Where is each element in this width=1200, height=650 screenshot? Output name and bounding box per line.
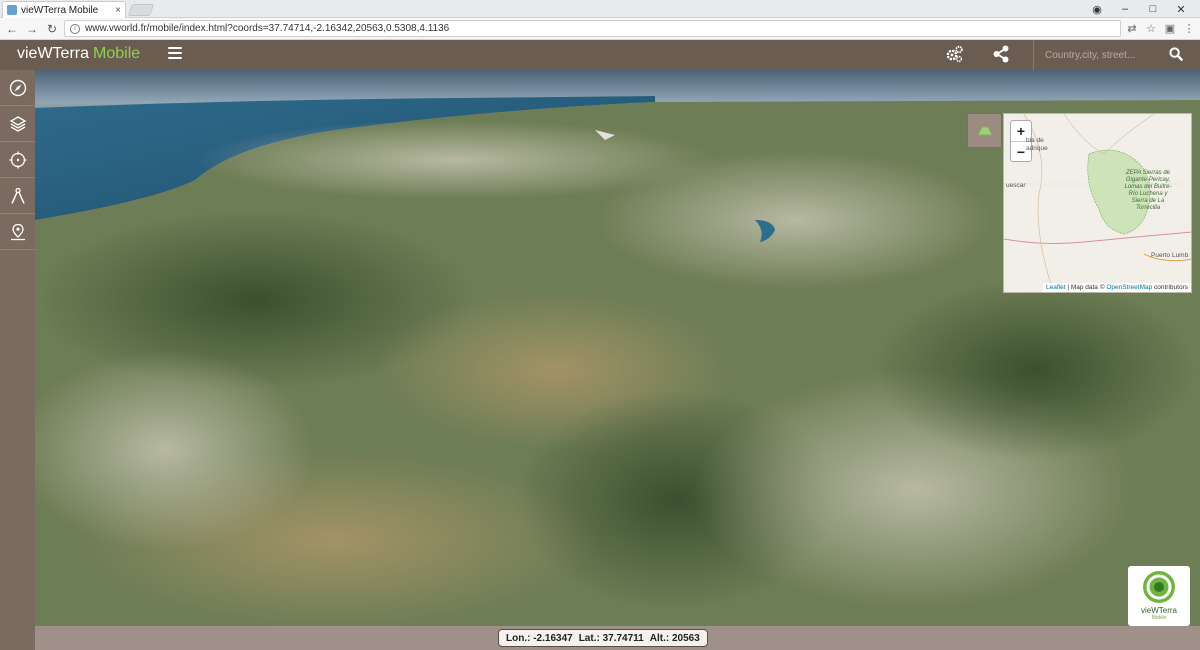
location-pin-icon	[10, 223, 25, 240]
extension-icon[interactable]: ▣	[1163, 22, 1177, 35]
sidebar-item-layers[interactable]	[0, 106, 35, 142]
bookmark-star-icon[interactable]: ☆	[1144, 22, 1158, 35]
translate-icon[interactable]: ⇄	[1125, 22, 1139, 35]
share-icon[interactable]	[991, 44, 1011, 64]
logo-name: vieWTerra	[1140, 606, 1177, 615]
settings-cogs-icon[interactable]	[944, 44, 964, 64]
window-controls: ◉ – □ ✕	[1086, 0, 1200, 18]
forward-icon[interactable]: →	[24, 22, 40, 36]
sidebar-item-locate[interactable]	[0, 142, 35, 178]
osm-link[interactable]: OpenStreetMap	[1106, 284, 1152, 291]
account-icon[interactable]: ◉	[1086, 3, 1108, 16]
crosshair-icon	[9, 151, 26, 168]
attribution-text: | Map data ©	[1065, 284, 1107, 291]
altitude-value: Alt.: 20563	[649, 632, 700, 644]
header-divider	[1033, 40, 1034, 70]
map-label: adrique	[1026, 145, 1048, 152]
address-bar-row: ← → ↻ i www.vworld.fr/mobile/index.html?…	[0, 18, 1200, 40]
leaflet-link[interactable]: Leaflet	[1046, 284, 1066, 291]
status-bar: Lon.: -2.16347 Lat.: 37.74711 Alt.: 2056…	[35, 626, 1200, 650]
globe-logo-icon	[1143, 571, 1175, 603]
brand-logo-text[interactable]: vieWTerra Mobile	[17, 45, 140, 63]
minimap[interactable]: + − bla de adrique uescar Puerto Lumb ZE…	[1003, 113, 1192, 293]
app-header: vieWTerra Mobile	[0, 40, 1200, 70]
coordinates-readout: Lon.: -2.16347 Lat.: 37.74711 Alt.: 2056…	[498, 629, 708, 647]
left-toolbar	[0, 70, 35, 650]
map-label: uescar	[1006, 182, 1026, 189]
browser-extensions: ⇄ ☆ ▣ ⋮	[1125, 22, 1196, 35]
measure-icon	[10, 187, 25, 204]
map-layer-icon	[976, 126, 993, 135]
menu-dots-icon[interactable]: ⋮	[1182, 22, 1196, 35]
layers-icon	[9, 115, 26, 132]
viewterra-logo[interactable]: vieWTerra Mobile	[1128, 566, 1190, 626]
map-label: bla de	[1026, 137, 1044, 144]
minimize-button[interactable]: –	[1114, 3, 1136, 15]
attribution-tail: contributors	[1152, 284, 1188, 291]
brand-main: vieWTerra	[17, 45, 90, 62]
sidebar-item-compass[interactable]	[0, 70, 35, 106]
brand-accent: Mobile	[93, 45, 141, 62]
sidebar-item-places[interactable]	[0, 214, 35, 250]
latitude-value: Lat.: 37.74711	[578, 632, 644, 644]
url-field[interactable]: i www.vworld.fr/mobile/index.html?coords…	[64, 20, 1121, 37]
new-tab-button[interactable]	[127, 4, 155, 16]
back-icon[interactable]: ←	[4, 22, 20, 36]
map-label: Puerto Lumb	[1151, 252, 1189, 259]
map-layer-toggle[interactable]	[967, 113, 1002, 148]
hamburger-menu-icon[interactable]	[168, 47, 182, 59]
search-input[interactable]	[1045, 45, 1160, 65]
longitude-value: Lon.: -2.16347	[506, 632, 573, 644]
logo-sub: Mobile	[1151, 615, 1167, 621]
browser-tab-bar: vieWTerra Mobile × ◉ – □ ✕	[0, 0, 1200, 18]
maximize-button[interactable]: □	[1142, 3, 1164, 15]
url-text: www.vworld.fr/mobile/index.html?coords=3…	[85, 23, 450, 34]
tab-title: vieWTerra Mobile	[21, 4, 99, 16]
map-attribution: Leaflet | Map data © OpenStreetMap contr…	[1042, 283, 1191, 292]
browser-tab[interactable]: vieWTerra Mobile ×	[2, 1, 126, 18]
reload-icon[interactable]: ↻	[44, 22, 60, 36]
close-window-button[interactable]: ✕	[1170, 3, 1192, 16]
search-icon[interactable]	[1169, 47, 1183, 61]
tab-close-icon[interactable]: ×	[115, 5, 121, 16]
sidebar-item-measure[interactable]	[0, 178, 35, 214]
compass-icon	[9, 79, 26, 96]
info-icon[interactable]: i	[70, 23, 80, 34]
map-protected-area-label: ZEPA Sierras de Gigante-Pericay, Lomas d…	[1124, 170, 1172, 211]
favicon-icon	[7, 5, 17, 15]
